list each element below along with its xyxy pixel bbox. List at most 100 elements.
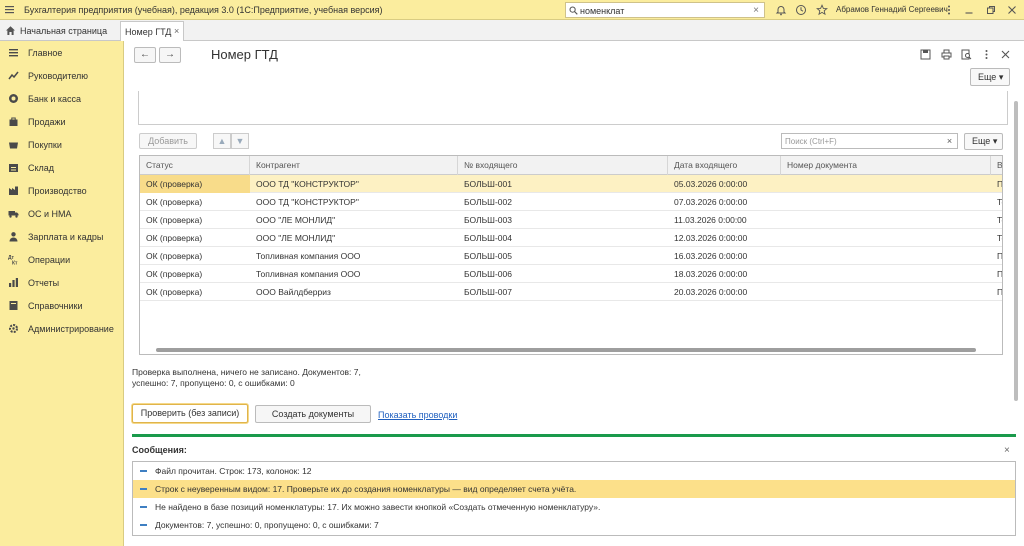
table-cell[interactable]: ООО "ЛЕ МОНЛИД" [250,211,458,229]
table-cell[interactable]: ООО "ЛЕ МОНЛИД" [250,229,458,247]
show-postings-link[interactable]: Показать проводки [378,410,457,420]
table-cell[interactable]: 05.03.2026 0:00:00 [668,175,781,193]
table-row[interactable]: ОК (проверка) ООО Вайлдберриз БОЛЬШ-007 20.… [140,283,1002,301]
form-more-button[interactable]: Еще ▾ [970,68,1010,86]
table-cell[interactable]: ООО Вайлдберриз [250,283,458,301]
more-menu-icon[interactable] [943,4,955,16]
column-header-incoming-number[interactable]: № входящего [458,156,668,175]
sidebar-item-payroll[interactable]: Зарплата и кадры [0,227,124,247]
print-icon[interactable] [941,49,952,60]
table-cell[interactable]: То [991,193,1002,211]
tab-gtd-number[interactable]: Номер ГТД × [120,21,184,41]
close-messages-icon[interactable]: × [1004,445,1010,456]
sidebar-item-reports[interactable]: Отчеты [0,273,124,293]
sidebar-item-production[interactable]: Производство [0,181,124,201]
clear-table-search-icon[interactable]: × [942,133,958,149]
sidebar-item-purchases[interactable]: Покупки [0,135,124,155]
table-cell[interactable]: ОК (проверка) [140,247,250,265]
column-header-document-number[interactable]: Номер документа [781,156,991,175]
move-down-button[interactable]: ▼ [231,133,249,149]
table-cell[interactable] [781,229,991,247]
table-cell[interactable]: 18.03.2026 0:00:00 [668,265,781,283]
table-cell[interactable]: П [991,265,1002,283]
table-search-input[interactable]: Поиск (Ctrl+F) [781,133,958,149]
table-cell[interactable]: БОЛЬШ-003 [458,211,668,229]
message-item[interactable]: Строк с неуверенным видом: 17. Проверьте… [133,480,1015,498]
move-up-button[interactable]: ▲ [213,133,231,149]
sidebar-item-management[interactable]: Руководителю [0,66,124,86]
vertical-scrollbar[interactable] [1013,93,1019,409]
table-cell[interactable]: ООО ТД "КОНСТРУКТОР" [250,175,458,193]
clear-search-icon[interactable]: × [753,5,759,16]
message-item[interactable]: Документов: 7, успешно: 0, пропущено: 0,… [133,516,1015,534]
sidebar-item-operations[interactable]: Дт Кт Операции [0,250,124,270]
tab-home[interactable]: Начальная страница [0,20,118,41]
sidebar-item-bank[interactable]: Банк и касса [0,89,124,109]
global-search-value[interactable]: номенклат [580,6,624,16]
table-cell[interactable]: 16.03.2026 0:00:00 [668,247,781,265]
table-cell[interactable]: 11.03.2026 0:00:00 [668,211,781,229]
table-cell[interactable]: 07.03.2026 0:00:00 [668,193,781,211]
table-cell[interactable]: Топливная компания ООО [250,265,458,283]
table-cell[interactable]: То [991,229,1002,247]
close-window-icon[interactable] [1006,4,1018,16]
message-item[interactable]: Файл прочитан. Строк: 173, колонок: 12 [133,462,1015,480]
add-button[interactable]: Добавить [139,133,197,149]
user-name[interactable]: Абрамов Геннадий Сергеевич [836,5,948,14]
table-cell[interactable]: БОЛЬШ-005 [458,247,668,265]
table-cell[interactable]: ООО ТД "КОНСТРУКТОР" [250,193,458,211]
table-row[interactable]: ОК (проверка) Топливная компания ООО БОЛЬШ… [140,247,1002,265]
favorites-star-icon[interactable] [816,4,828,16]
save-icon[interactable] [920,49,931,60]
sidebar-item-fixed-assets[interactable]: ОС и НМА [0,204,124,224]
table-row[interactable]: ОК (проверка) ООО "ЛЕ МОНЛИД" БОЛЬШ-003 11.… [140,211,1002,229]
table-cell[interactable] [781,211,991,229]
message-item[interactable]: Не найдено в базе позиций номенклатуры: … [133,498,1015,516]
table-cell[interactable] [781,247,991,265]
table-cell[interactable]: ОК (проверка) [140,229,250,247]
table-cell[interactable]: БОЛЬШ-006 [458,265,668,283]
form-more-icon[interactable] [981,49,992,60]
horizontal-scrollbar[interactable] [148,347,996,352]
table-cell[interactable]: БОЛЬШ-001 [458,175,668,193]
table-cell[interactable]: БОЛЬШ-004 [458,229,668,247]
close-tab-icon[interactable]: × [174,26,179,36]
table-row[interactable]: ОК (проверка) Топливная компания ООО БОЛЬШ… [140,265,1002,283]
table-cell[interactable]: БОЛЬШ-007 [458,283,668,301]
sidebar-item-sales[interactable]: Продажи [0,112,124,132]
column-header-counterparty[interactable]: Контрагент [250,156,458,175]
table-cell[interactable]: ОК (проверка) [140,211,250,229]
table-cell[interactable]: 20.03.2026 0:00:00 [668,283,781,301]
hamburger-menu-icon[interactable] [4,4,15,15]
table-cell[interactable]: П [991,283,1002,301]
text-area[interactable] [138,91,1008,125]
close-form-icon[interactable] [1000,49,1011,60]
table-cell[interactable]: 12.03.2026 0:00:00 [668,229,781,247]
scrollbar-thumb[interactable] [1014,101,1018,401]
sidebar-item-administration[interactable]: Администрирование [0,319,124,339]
column-header-status[interactable]: Статус [140,156,250,175]
restore-window-icon[interactable] [985,4,997,16]
table-cell[interactable]: ОК (проверка) [140,175,250,193]
table-cell[interactable]: То [991,211,1002,229]
global-search-field[interactable]: номенклат × [565,2,765,18]
table-cell[interactable]: П [991,175,1002,193]
table-cell[interactable]: ОК (проверка) [140,265,250,283]
back-button[interactable]: ← [134,47,156,63]
scrollbar-thumb[interactable] [156,348,976,352]
sidebar-item-main[interactable]: Главное [0,43,124,63]
create-documents-button[interactable]: Создать документы [255,405,371,423]
table-row[interactable]: ОК (проверка) ООО ТД "КОНСТРУКТОР" БОЛЬШ-0… [140,193,1002,211]
find-in-form-icon[interactable] [961,49,972,60]
check-without-saving-button[interactable]: Проверить (без записи) [132,404,248,423]
table-more-button[interactable]: Еще ▾ [964,133,1003,150]
column-header-incoming-date[interactable]: Дата входящего [668,156,781,175]
table-cell[interactable]: ОК (проверка) [140,193,250,211]
table-cell[interactable]: П [991,247,1002,265]
sidebar-item-warehouse[interactable]: Склад [0,158,124,178]
table-cell[interactable]: БОЛЬШ-002 [458,193,668,211]
bell-icon[interactable] [775,4,787,16]
table-row[interactable]: ОК (проверка) ООО ТД "КОНСТРУКТОР" БОЛЬШ-0… [140,175,1002,193]
table-cell[interactable] [781,175,991,193]
table-cell[interactable] [781,283,991,301]
